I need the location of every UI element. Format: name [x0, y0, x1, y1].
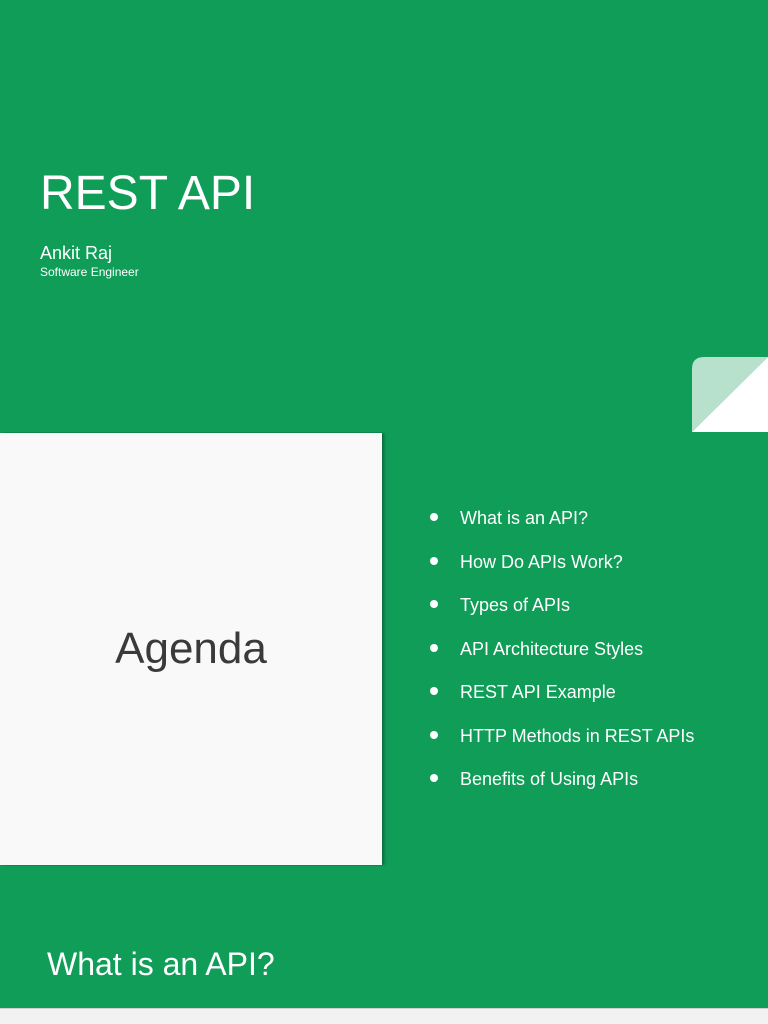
agenda-slide: Agenda What is an API? How Do APIs Work?…: [0, 432, 768, 866]
agenda-item-label: Types of APIs: [460, 595, 571, 615]
agenda-panel: Agenda: [0, 433, 382, 865]
agenda-item-label: What is an API?: [460, 508, 589, 528]
bullet-icon: [430, 643, 438, 652]
agenda-item: HTTP Methods in REST APIs: [430, 720, 694, 764]
next-slide: What is an API?: [0, 866, 768, 1008]
agenda-item-label: How Do APIs Work?: [460, 551, 623, 572]
agenda-item-label: REST API Example: [460, 682, 616, 702]
agenda-item: Benefits of Using APIs: [430, 763, 694, 807]
page-fold-icon: [692, 357, 768, 432]
agenda-item-label: API Architecture Styles: [460, 638, 644, 659]
agenda-item-label: HTTP Methods in REST APIs: [460, 725, 695, 746]
author-name: Ankit Raj: [40, 243, 113, 263]
agenda-item: API Architecture Styles: [430, 633, 694, 677]
bottom-strip: [0, 1008, 768, 1024]
title-slide: REST API Ankit Raj Software Engineer: [0, 0, 768, 432]
agenda-item: Types of APIs: [430, 589, 694, 633]
bullet-icon: [430, 600, 438, 609]
author-role: Software Engineer: [40, 265, 139, 279]
agenda-item: What is an API?: [430, 502, 694, 546]
bullet-icon: [430, 730, 438, 739]
agenda-item: REST API Example: [430, 676, 694, 720]
next-slide-title: What is an API?: [47, 946, 275, 982]
bullet-icon: [430, 687, 438, 696]
bullet-icon: [430, 774, 438, 783]
agenda-heading: Agenda: [115, 624, 267, 673]
agenda-list: What is an API? How Do APIs Work? Types …: [430, 502, 694, 807]
bullet-icon: [430, 513, 438, 522]
deck-title: REST API: [40, 167, 256, 220]
agenda-item: How Do APIs Work?: [430, 546, 694, 590]
agenda-item-label: Benefits of Using APIs: [460, 769, 639, 789]
bullet-icon: [430, 556, 438, 565]
